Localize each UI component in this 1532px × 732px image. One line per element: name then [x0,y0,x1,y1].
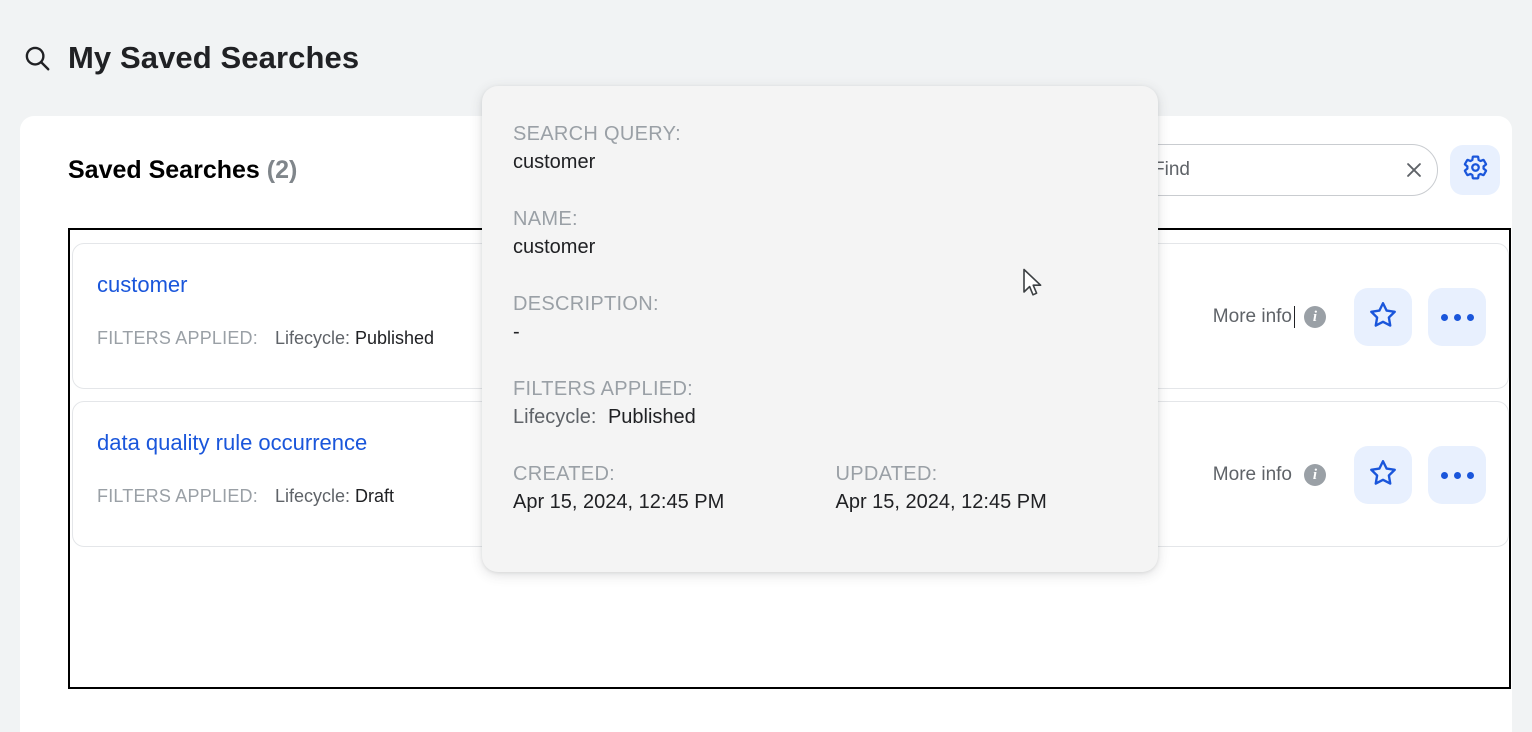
close-icon[interactable] [1391,145,1437,195]
saved-search-details-tooltip: SEARCH QUERY: customer NAME: customer DE… [482,86,1158,572]
filter-value: Draft [355,486,395,506]
filter-key: Lifecycle: [274,328,350,348]
more-info-trigger[interactable]: More info i [1213,464,1326,486]
tooltip-updated-value: Apr 15, 2024, 12:45 PM [835,491,1047,513]
tooltip-description-label: DESCRIPTION: [513,293,659,315]
star-icon [1368,458,1398,493]
tooltip-name: NAME: customer [513,205,1158,261]
tooltip-filters: FILTERS APPLIED: Lifecycle: Published [513,375,1158,431]
section-title-count: (2) [266,156,298,184]
tooltip-filter-value: Published [607,406,696,428]
tooltip-created-label: CREATED: [513,463,616,485]
page-title: My Saved Searches [68,40,360,75]
saved-search-link[interactable]: data quality rule occurrence [97,430,367,456]
tooltip-updated: UPDATED: Apr 15, 2024, 12:45 PM [836,460,1159,516]
filter-key: Lifecycle: [274,486,350,506]
tooltip-created: CREATED: Apr 15, 2024, 12:45 PM [513,460,836,516]
tooltip-updated-label: UPDATED: [835,463,938,485]
tooltip-filter-row: Lifecycle: Published [513,403,1158,431]
more-info-label: More info [1212,306,1296,328]
filters-applied-label: FILTERS APPLIED: [97,486,258,506]
settings-button[interactable] [1450,145,1500,195]
tooltip-dates: CREATED: Apr 15, 2024, 12:45 PM UPDATED:… [513,460,1158,516]
filters-applied-label: FILTERS APPLIED: [97,328,258,348]
ellipsis-icon [1440,471,1474,479]
row-actions: More info i [1213,244,1486,390]
saved-search-link[interactable]: customer [97,272,187,298]
overflow-menu-button[interactable] [1428,446,1486,504]
more-info-label: More info [1212,464,1292,485]
tooltip-created-value: Apr 15, 2024, 12:45 PM [513,491,725,513]
favorite-button[interactable] [1354,288,1412,346]
tooltip-search-query-label: SEARCH QUERY: [513,123,682,145]
tooltip-description-value: - [513,321,520,343]
section-title-text: Saved Searches [68,156,260,184]
section-title: Saved Searches (2) [68,156,297,185]
info-icon[interactable]: i [1304,464,1326,486]
tooltip-filters-label: FILTERS APPLIED: [513,378,694,400]
more-info-trigger[interactable]: More info i [1213,306,1326,328]
row-filters: FILTERS APPLIED: Lifecycle: Draft [97,486,394,507]
row-filters: FILTERS APPLIED: Lifecycle: Published [97,328,434,349]
overflow-menu-button[interactable] [1428,288,1486,346]
star-icon [1368,300,1398,335]
search-icon [20,41,54,75]
row-actions: More info i [1213,402,1486,548]
ellipsis-icon [1440,313,1474,321]
filter-value: Published [355,328,435,348]
favorite-button[interactable] [1354,446,1412,504]
tooltip-name-value: customer [513,236,596,258]
search-input[interactable] [1131,145,1391,195]
tooltip-search-query: SEARCH QUERY: customer [513,120,1158,176]
gear-icon [1462,154,1489,186]
find-field[interactable] [1130,144,1438,196]
tooltip-name-label: NAME: [513,208,578,230]
info-icon[interactable]: i [1304,306,1326,328]
tooltip-search-query-value: customer [513,151,596,173]
tooltip-description: DESCRIPTION: - [513,290,1158,346]
tooltip-filter-key: Lifecycle: [513,406,597,428]
